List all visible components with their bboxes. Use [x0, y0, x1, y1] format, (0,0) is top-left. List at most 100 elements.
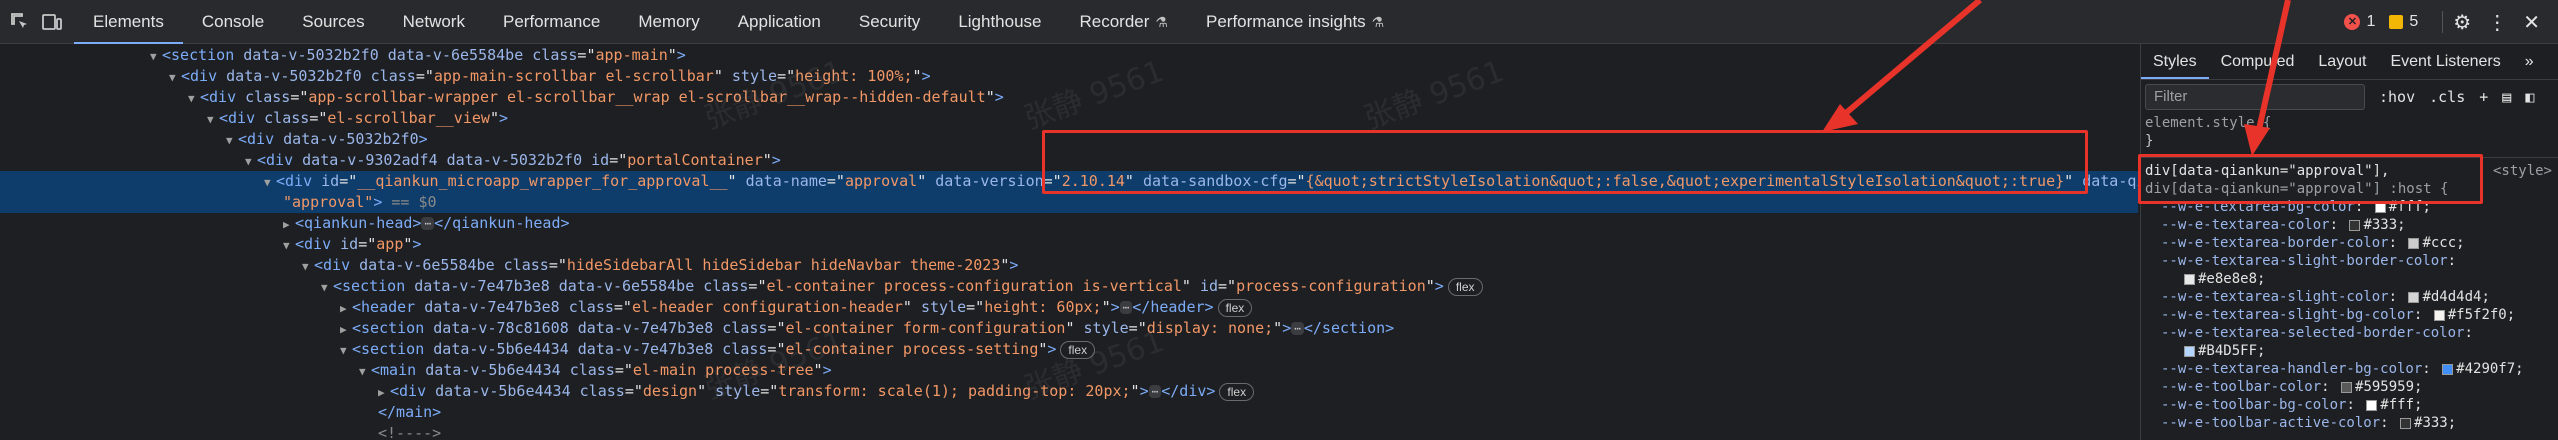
flex-badge[interactable]: flex	[1219, 382, 1255, 401]
expand-toggle-icon[interactable]: ▼	[169, 67, 181, 88]
css-property-row[interactable]: --w-e-toolbar-active-color: #333;	[2141, 414, 2558, 432]
dom-node-line[interactable]: ▼ <div class="app-scrollbar-wrapper el-sc…	[0, 87, 1004, 108]
styles-tab-styles[interactable]: Styles	[2141, 44, 2209, 79]
dom-node-line[interactable]: ▼ <section data-v-5b6e4434 data-v-7e47b3e…	[0, 339, 1096, 361]
dom-node-line[interactable]: ▶ <qiankun-head> ⋯ </qiankun-head>	[0, 213, 570, 234]
css-property-row[interactable]: --w-e-textarea-slight-color: #d4d4d4;	[2141, 288, 2558, 306]
expand-toggle-icon[interactable]: ▼	[226, 130, 238, 151]
css-property-value[interactable]: #e8e8e8	[2198, 271, 2257, 287]
expand-toggle-icon[interactable]: ▼	[283, 235, 295, 256]
color-swatch-icon[interactable]	[2341, 381, 2353, 393]
css-property-name[interactable]: --w-e-textarea-slight-bg-color	[2161, 307, 2414, 323]
dom-node-line[interactable]: ▼ <section data-v-7e47b3e8 data-v-6e5584b…	[0, 276, 1483, 297]
computed-toggle-icon[interactable]: ▤	[2502, 88, 2511, 106]
expand-toggle-icon[interactable]: ▼	[150, 46, 162, 67]
flex-badge[interactable]: flex	[1447, 277, 1483, 296]
dom-node-line[interactable]: ▼ <section data-v-5032b2f0 data-v-6e5584b…	[0, 45, 686, 66]
dom-node-line[interactable]: ▼ <div class="el-scrollbar__view">	[0, 108, 508, 129]
color-swatch-icon[interactable]	[2433, 309, 2445, 321]
css-property-value[interactable]: #333	[2414, 415, 2448, 431]
color-swatch-icon[interactable]	[2184, 273, 2195, 285]
css-property-value[interactable]: #ccc	[2422, 235, 2456, 251]
styles-tab-layout[interactable]: Layout	[2306, 44, 2378, 79]
css-property-row[interactable]: #B4D5FF;	[2141, 342, 2558, 360]
tab-network[interactable]: Network	[384, 0, 484, 44]
collapsed-ellipsis-icon[interactable]: ⋯	[421, 217, 435, 230]
class-toggle[interactable]: .cls	[2429, 88, 2465, 106]
tab-sources[interactable]: Sources	[283, 0, 383, 44]
css-property-row[interactable]: --w-e-textarea-handler-bg-color: #4290f7…	[2141, 360, 2558, 378]
styles-tab-computed[interactable]: Computed	[2209, 44, 2307, 79]
css-property-row[interactable]: --w-e-toolbar-bg-color: #fff;	[2141, 396, 2558, 414]
error-counter[interactable]: ✕ 1	[2344, 13, 2375, 31]
flex-badge[interactable]: flex	[1217, 298, 1253, 317]
expand-toggle-icon[interactable]: ▼	[188, 88, 200, 109]
css-property-row[interactable]: --w-e-toolbar-color: #595959;	[2141, 378, 2558, 396]
expand-toggle-icon[interactable]: ▼	[207, 109, 219, 130]
rule-source-link[interactable]: <style>	[2493, 162, 2552, 180]
dom-node-line[interactable]: ▶ <header data-v-7e47b3e8 class="el-heade…	[0, 297, 1253, 319]
css-property-row[interactable]: --w-e-textarea-slight-bg-color: #f5f2f0;	[2141, 306, 2558, 324]
tab-performance-insights[interactable]: Performance insights ⚗	[1187, 0, 1403, 44]
tab-console[interactable]: Console	[183, 0, 283, 44]
styles-tab-more[interactable]: »	[2513, 44, 2546, 79]
color-swatch-icon[interactable]	[2349, 219, 2361, 231]
dom-node-line[interactable]: ▼ <div data-v-6e5584be class="hideSidebar…	[0, 255, 1018, 276]
sidebar-toggle-icon[interactable]: ◧	[2525, 88, 2534, 106]
expand-toggle-icon[interactable]: ▼	[321, 277, 333, 298]
expand-toggle-icon[interactable]: ▶	[340, 298, 352, 319]
color-swatch-icon[interactable]	[2442, 363, 2454, 375]
close-icon[interactable]: ✕	[2523, 10, 2540, 35]
dom-node-line[interactable]: <!---->	[0, 423, 441, 440]
device-toolbar-icon[interactable]	[40, 10, 64, 34]
tab-application[interactable]: Application	[719, 0, 840, 44]
css-property-value[interactable]: #4290f7	[2456, 361, 2515, 377]
color-swatch-icon[interactable]	[2400, 417, 2412, 429]
tab-security[interactable]: Security	[840, 0, 939, 44]
css-property-row[interactable]: --w-e-textarea-border-color: #ccc;	[2141, 234, 2558, 252]
tab-performance[interactable]: Performance	[484, 0, 619, 44]
css-property-name[interactable]: --w-e-toolbar-color	[2161, 379, 2321, 395]
dom-node-line[interactable]: "approval"> == $0	[0, 192, 2138, 213]
css-property-value[interactable]: #B4D5FF	[2198, 343, 2257, 359]
color-swatch-icon[interactable]	[2408, 237, 2420, 249]
expand-toggle-icon[interactable]: ▼	[359, 361, 371, 382]
collapsed-ellipsis-icon[interactable]: ⋯	[1291, 322, 1304, 335]
css-property-row[interactable]: --w-e-textarea-selected-border-color:	[2141, 324, 2558, 342]
tab-recorder[interactable]: Recorder ⚗	[1061, 0, 1187, 44]
css-property-name[interactable]: --w-e-textarea-handler-bg-color	[2161, 361, 2422, 377]
expand-toggle-icon[interactable]: ▼	[340, 340, 352, 361]
dom-node-line[interactable]: </main>	[0, 402, 441, 423]
color-swatch-icon[interactable]	[2408, 291, 2420, 303]
css-property-value[interactable]: #f5f2f0	[2448, 307, 2507, 323]
expand-toggle-icon[interactable]: ▶	[283, 214, 295, 235]
expand-toggle-icon[interactable]: ▼	[302, 256, 314, 277]
expand-toggle-icon[interactable]: ▶	[378, 382, 390, 403]
tab-memory[interactable]: Memory	[619, 0, 718, 44]
css-property-name[interactable]: --w-e-textarea-color	[2161, 217, 2330, 233]
kebab-menu-icon[interactable]: ⋮	[2487, 10, 2507, 35]
css-property-name[interactable]: --w-e-textarea-selected-border-color	[2161, 325, 2464, 341]
dom-node-line[interactable]: ▼ <div data-v-5032b2f0>	[0, 129, 428, 150]
dom-node-line[interactable]: ▶ <section data-v-78c81608 data-v-7e47b3e…	[0, 318, 1394, 339]
gear-icon[interactable]: ⚙	[2453, 10, 2471, 35]
css-property-row[interactable]: --w-e-textarea-slight-border-color:	[2141, 252, 2558, 270]
new-rule-icon[interactable]: +	[2479, 88, 2488, 106]
css-property-row[interactable]: --w-e-textarea-color: #333;	[2141, 216, 2558, 234]
tab-elements[interactable]: Elements	[74, 0, 183, 44]
expand-toggle-icon[interactable]: ▶	[340, 319, 352, 340]
hover-state-toggle[interactable]: :hov	[2379, 88, 2415, 106]
expand-toggle-icon[interactable]: ▼	[264, 172, 276, 193]
css-property-name[interactable]: --w-e-toolbar-bg-color	[2161, 397, 2346, 413]
css-property-value[interactable]: #fff	[2380, 397, 2414, 413]
css-property-value[interactable]: #d4d4d4	[2422, 289, 2481, 305]
css-property-value[interactable]: #595959	[2355, 379, 2414, 395]
css-property-name[interactable]: --w-e-textarea-slight-border-color	[2161, 253, 2448, 269]
css-property-name[interactable]: --w-e-textarea-slight-color	[2161, 289, 2389, 305]
tab-lighthouse[interactable]: Lighthouse	[939, 0, 1060, 44]
collapsed-ellipsis-icon[interactable]: ⋯	[1119, 301, 1133, 314]
element-style-rule[interactable]: element.style {	[2141, 114, 2558, 132]
css-property-name[interactable]: --w-e-toolbar-active-color	[2161, 415, 2380, 431]
styles-filter-input[interactable]: Filter	[2145, 84, 2365, 110]
styles-tab-event-listeners[interactable]: Event Listeners	[2378, 44, 2512, 79]
